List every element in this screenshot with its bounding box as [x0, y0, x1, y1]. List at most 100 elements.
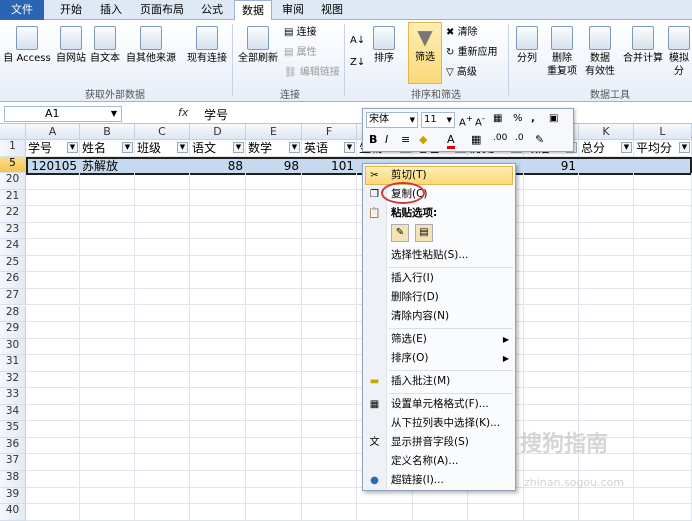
grid-cell[interactable]: [302, 404, 357, 422]
grid-cell[interactable]: [524, 487, 579, 505]
grid-cell[interactable]: [524, 222, 579, 240]
grid-cell[interactable]: [80, 388, 135, 405]
data-validation-button[interactable]: 数据 有效性: [582, 24, 618, 78]
grid-cell[interactable]: [579, 388, 634, 405]
grid-cell[interactable]: [190, 404, 246, 422]
grid-cell[interactable]: [246, 239, 302, 256]
grid-cell[interactable]: [190, 437, 246, 455]
grid-cell[interactable]: [302, 504, 357, 521]
grid-cell[interactable]: [302, 305, 357, 323]
existing-connections-button[interactable]: 现有连接: [184, 24, 230, 65]
menu-clear-contents[interactable]: 清除内容(N): [363, 307, 515, 326]
grid-cell[interactable]: [80, 371, 135, 389]
grid-cell[interactable]: [302, 222, 357, 240]
grid-cell[interactable]: [634, 355, 692, 372]
grid-cell[interactable]: [579, 504, 634, 521]
grid-cell[interactable]: [135, 421, 190, 438]
grid-cell[interactable]: [579, 338, 634, 356]
grid-cell[interactable]: [634, 272, 692, 289]
from-text-button[interactable]: 自文本: [88, 24, 122, 65]
header-cell[interactable]: 总分 ▼: [579, 140, 634, 157]
menu-define-name[interactable]: 定义名称(A)...: [363, 452, 515, 471]
tab-page-layout[interactable]: 页面布局: [134, 0, 190, 20]
data-cell-b[interactable]: 苏解放: [80, 158, 135, 175]
row-header-20[interactable]: 20: [0, 173, 26, 190]
tab-file[interactable]: 文件: [0, 0, 44, 20]
grid-cell[interactable]: [302, 487, 357, 505]
grid-cell[interactable]: [190, 272, 246, 289]
filter-dropdown-icon[interactable]: ▼: [67, 142, 78, 153]
grow-font-icon[interactable]: A+: [459, 113, 473, 128]
grid-cell[interactable]: [80, 189, 135, 207]
grid-cell[interactable]: [524, 504, 579, 521]
bold-button[interactable]: B: [369, 133, 377, 146]
tab-view[interactable]: 视图: [314, 0, 350, 20]
grid-cell[interactable]: [135, 288, 190, 306]
grid-cell[interactable]: [80, 305, 135, 323]
grid-cell[interactable]: [26, 437, 80, 455]
column-header-C[interactable]: C: [135, 124, 190, 140]
grid-cell[interactable]: [80, 421, 135, 438]
grid-cell[interactable]: [26, 404, 80, 422]
sort-desc-button[interactable]: Z↓: [350, 56, 365, 69]
grid-cell[interactable]: [634, 388, 692, 405]
grid-cell[interactable]: [302, 288, 357, 306]
grid-cell[interactable]: [579, 404, 634, 422]
grid-cell[interactable]: [246, 322, 302, 339]
font-size-select[interactable]: 11 ▼: [421, 112, 455, 128]
menu-paste-special[interactable]: 选择性粘贴(S)...: [363, 246, 515, 265]
grid-cell[interactable]: [524, 355, 579, 372]
grid-cell[interactable]: [634, 487, 692, 505]
grid-cell[interactable]: [190, 206, 246, 223]
grid-cell[interactable]: [190, 322, 246, 339]
grid-cell[interactable]: [579, 255, 634, 273]
grid-cell[interactable]: [26, 421, 80, 438]
grid-cell[interactable]: [80, 338, 135, 356]
data-cell-e[interactable]: 98: [246, 158, 302, 175]
grid-cell[interactable]: [26, 206, 80, 223]
grid-cell[interactable]: [246, 404, 302, 422]
grid-cell[interactable]: [135, 305, 190, 323]
from-web-button[interactable]: 自网站: [54, 24, 88, 65]
name-box[interactable]: A1 ▼: [4, 106, 122, 122]
grid-cell[interactable]: [524, 338, 579, 356]
percent-button[interactable]: %: [513, 113, 523, 124]
row-header-23[interactable]: 23: [0, 222, 26, 240]
grid-cell[interactable]: [135, 272, 190, 289]
grid-cell[interactable]: [302, 454, 357, 471]
grid-cell[interactable]: [135, 355, 190, 372]
grid-cell[interactable]: [634, 421, 692, 438]
grid-cell[interactable]: [302, 322, 357, 339]
from-other-sources-button[interactable]: 自其他来源: [122, 24, 180, 65]
grid-cell[interactable]: [246, 222, 302, 240]
row-header-38[interactable]: 38: [0, 471, 26, 488]
grid-cell[interactable]: [80, 206, 135, 223]
grid-cell[interactable]: [26, 255, 80, 273]
grid-cell[interactable]: [302, 255, 357, 273]
data-cell-j[interactable]: 91: [524, 158, 579, 175]
header-cell[interactable]: 姓名 ▼: [80, 140, 135, 157]
italic-button[interactable]: I: [385, 133, 388, 146]
grid-cell[interactable]: [190, 504, 246, 521]
grid-cell[interactable]: [26, 305, 80, 323]
tab-formulas[interactable]: 公式: [194, 0, 230, 20]
filter-dropdown-icon[interactable]: ▼: [177, 142, 188, 153]
tab-data[interactable]: 数据: [234, 0, 272, 21]
grid-cell[interactable]: [26, 371, 80, 389]
grid-cell[interactable]: [524, 404, 579, 422]
grid-cell[interactable]: [190, 371, 246, 389]
grid-cell[interactable]: [80, 504, 135, 521]
grid-cell[interactable]: [246, 388, 302, 405]
row-header-35[interactable]: 35: [0, 421, 26, 438]
grid-cell[interactable]: [80, 322, 135, 339]
grid-cell[interactable]: [80, 272, 135, 289]
column-header-A[interactable]: A: [26, 124, 80, 140]
grid-cell[interactable]: [524, 272, 579, 289]
grid-cell[interactable]: [634, 255, 692, 273]
grid-cell[interactable]: [190, 173, 246, 190]
grid-cell[interactable]: [579, 487, 634, 505]
grid-cell[interactable]: [80, 471, 135, 488]
tab-insert[interactable]: 插入: [92, 0, 130, 20]
row-header-32[interactable]: 32: [0, 371, 26, 389]
grid-cell[interactable]: [246, 371, 302, 389]
